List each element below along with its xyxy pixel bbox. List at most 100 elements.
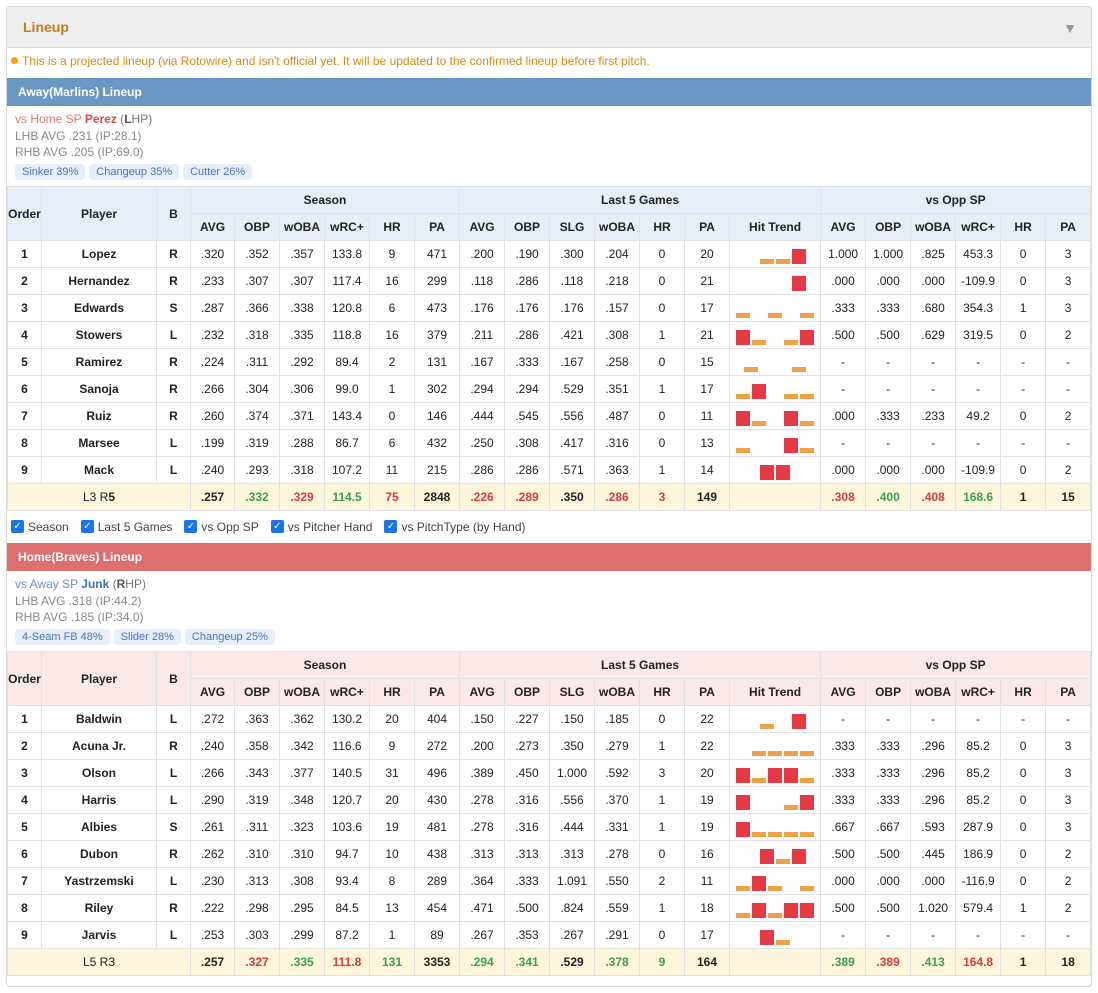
- player-name[interactable]: Sanoja: [41, 375, 157, 403]
- player-name[interactable]: Riley: [41, 894, 157, 922]
- last5-stat: .331: [594, 813, 640, 841]
- extra-col-header[interactable]: AVG: [1090, 678, 1091, 706]
- pitch-type-pill[interactable]: Changeup 25%: [184, 629, 275, 645]
- vs-opp-col-header[interactable]: wOBA: [910, 213, 957, 241]
- toggle-checkbox[interactable]: ✓ vs Pitcher Hand: [270, 520, 372, 534]
- player-name[interactable]: Dubon: [41, 840, 157, 868]
- hit-trend-cell: [728, 240, 822, 268]
- collapse-caret-icon[interactable]: ▼: [1063, 20, 1077, 36]
- last5-col-header[interactable]: wOBA: [594, 213, 640, 241]
- home-lineup-bar: Home(Braves) Lineup: [7, 543, 1091, 571]
- season-col-header[interactable]: wOBA: [279, 213, 325, 241]
- player-name[interactable]: Acuna Jr.: [41, 732, 157, 760]
- season-col-header[interactable]: AVG: [190, 213, 235, 241]
- season-col-header[interactable]: AVG: [190, 678, 235, 706]
- vs-opp-col-header[interactable]: PA: [1045, 213, 1091, 241]
- toggle-checkbox[interactable]: ✓ Season: [11, 520, 69, 534]
- vs-opp-stat: 2: [1045, 867, 1091, 895]
- last5-col-header[interactable]: PA: [684, 213, 730, 241]
- last5-col-header[interactable]: AVG: [459, 678, 505, 706]
- player-name[interactable]: Ramirez: [41, 348, 157, 376]
- season-col-header[interactable]: OBP: [234, 678, 280, 706]
- season-stat: .310: [279, 840, 325, 868]
- vs-opp-col-header[interactable]: wOBA: [910, 678, 957, 706]
- pitch-type-pill[interactable]: Sinker 39%: [15, 164, 86, 180]
- player-name[interactable]: Olson: [41, 759, 157, 787]
- player-name[interactable]: Ruiz: [41, 402, 157, 430]
- last5-col-header[interactable]: AVG: [459, 213, 505, 241]
- pitch-type-pill[interactable]: Slider 28%: [113, 629, 181, 645]
- player-name[interactable]: Baldwin: [41, 705, 157, 733]
- checkbox-checked-icon[interactable]: ✓: [184, 520, 198, 533]
- player-name[interactable]: Albies: [41, 813, 157, 841]
- season-stat: .338: [279, 294, 325, 322]
- vs-opp-col-header[interactable]: wRC+: [955, 213, 1002, 241]
- checkbox-checked-icon[interactable]: ✓: [384, 520, 398, 533]
- season-col-header[interactable]: HR: [369, 213, 415, 241]
- player-name[interactable]: Marsee: [41, 429, 157, 457]
- vs-opp-col-header[interactable]: OBP: [865, 678, 912, 706]
- season-col-header[interactable]: PA: [414, 213, 460, 241]
- last5-col-header[interactable]: PA: [684, 678, 730, 706]
- vs-opp-col-header[interactable]: PA: [1045, 678, 1091, 706]
- checkbox-checked-icon[interactable]: ✓: [11, 520, 24, 533]
- last5-col-header[interactable]: OBP: [504, 678, 550, 706]
- last5-col-header[interactable]: OBP: [504, 213, 550, 241]
- last5-col-header[interactable]: Hit Trend: [728, 213, 822, 241]
- vs-opp-col-header[interactable]: AVG: [820, 213, 867, 241]
- season-col-header[interactable]: wRC+: [324, 678, 370, 706]
- extra-stat: .323: [1090, 375, 1091, 403]
- checkbox-checked-icon[interactable]: ✓: [80, 520, 94, 533]
- last5-col-header[interactable]: wOBA: [594, 678, 640, 706]
- vs-opp-col-header[interactable]: wRC+: [955, 678, 1002, 706]
- season-stat: .313: [234, 867, 280, 895]
- season-stat: 471: [414, 240, 460, 268]
- sp-name-link[interactable]: Junk: [81, 577, 109, 591]
- vs-opp-col-header[interactable]: AVG: [820, 678, 867, 706]
- hit-trend-cell: [728, 402, 822, 430]
- last5-col-header[interactable]: Hit Trend: [728, 678, 822, 706]
- player-name[interactable]: Edwards: [41, 294, 157, 322]
- toggle-checkbox[interactable]: ✓ vs Opp SP: [184, 520, 259, 534]
- vs-opp-stat: -: [955, 429, 1002, 457]
- batting-order: 8: [7, 894, 42, 922]
- season-stat: 16: [369, 321, 415, 349]
- last5-col-header[interactable]: HR: [639, 678, 685, 706]
- season-col-header[interactable]: wOBA: [279, 678, 325, 706]
- player-name[interactable]: Yastrzemski: [41, 867, 157, 895]
- season-col-header[interactable]: OBP: [234, 213, 280, 241]
- player-name[interactable]: Hernandez: [41, 267, 157, 295]
- toggle-checkbox[interactable]: ✓ vs PitchType (by Hand): [384, 520, 526, 534]
- player-name[interactable]: Jarvis: [41, 921, 157, 949]
- pitch-type-pill[interactable]: Changeup 35%: [89, 164, 180, 180]
- vs-opp-col-header[interactable]: HR: [1000, 213, 1047, 241]
- toggle-checkbox[interactable]: ✓ Last 5 Games: [80, 520, 172, 534]
- last5-stat: .316: [594, 429, 640, 457]
- checkbox-checked-icon[interactable]: ✓: [270, 520, 284, 533]
- away-lineup-bar: Away(Marlins) Lineup: [7, 78, 1091, 106]
- player-name[interactable]: Harris: [41, 786, 157, 814]
- player-name[interactable]: Mack: [41, 456, 157, 484]
- last5-col-header[interactable]: HR: [639, 213, 685, 241]
- season-col-header[interactable]: PA: [414, 678, 460, 706]
- vs-opp-stat: 1.000: [865, 240, 912, 268]
- season-col-header[interactable]: HR: [369, 678, 415, 706]
- player-name[interactable]: Lopez: [41, 240, 157, 268]
- panel-header[interactable]: Lineup ▼: [7, 7, 1091, 48]
- last5-stat: 0: [639, 705, 685, 733]
- season-col-header[interactable]: wRC+: [324, 213, 370, 241]
- last5-stat: 11: [684, 402, 730, 430]
- season-total: 114.5: [324, 483, 370, 511]
- last5-col-header[interactable]: SLG: [549, 213, 595, 241]
- pitch-type-pill[interactable]: 4-Seam FB 48%: [15, 629, 110, 645]
- season-stat: 120.7: [324, 786, 370, 814]
- vs-opp-col-header[interactable]: OBP: [865, 213, 912, 241]
- sp-name-link[interactable]: Perez: [85, 112, 117, 126]
- season-stat: 2: [369, 348, 415, 376]
- vs-opp-col-header[interactable]: HR: [1000, 678, 1047, 706]
- extra-col-header[interactable]: AVG: [1090, 213, 1091, 241]
- last5-col-header[interactable]: SLG: [549, 678, 595, 706]
- season-stat: 1: [369, 921, 415, 949]
- player-name[interactable]: Stowers: [41, 321, 157, 349]
- pitch-type-pill[interactable]: Cutter 26%: [183, 164, 253, 180]
